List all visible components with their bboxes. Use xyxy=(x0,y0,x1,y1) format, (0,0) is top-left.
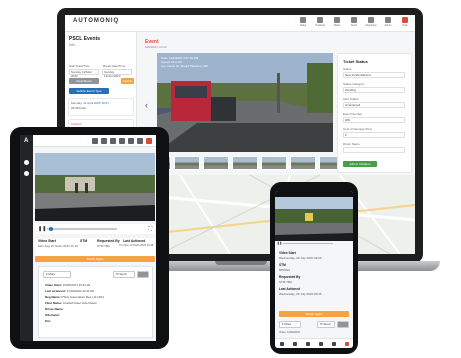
pause-icon[interactable]: ❚❚ xyxy=(38,226,46,232)
toolbar-icons xyxy=(92,138,152,144)
settings-icon[interactable] xyxy=(24,171,29,176)
vehicle-event-filter-button[interactable]: Vehicle Event Type xyxy=(69,88,109,94)
event-list-item[interactable]: Monday, 14 April 2025 18:47 23:49 km/h xyxy=(68,98,134,116)
video-thumbnail[interactable] xyxy=(203,156,229,170)
send-button[interactable]: ✉ Send xyxy=(113,271,135,278)
footer-text: Video: 12/06/2020 xyxy=(279,331,301,334)
ticket-status-panel: Ticket Status Status New Incident/Event … xyxy=(337,53,412,173)
alert-status-select[interactable]: Unactioned xyxy=(343,102,405,108)
more-button[interactable]: ▾ More xyxy=(43,271,71,278)
detail-row-fleet-name: Fleet Name: Chettah Fleet Vide Fleets xyxy=(45,301,97,305)
laptop-notch xyxy=(215,261,267,265)
tracking-icon[interactable] xyxy=(101,138,107,144)
detail-row-driver-name: Driver Name: xyxy=(45,307,64,311)
video-scrubber[interactable] xyxy=(49,227,53,231)
detail-row-video-start: Video Start: 16/05/2024 13:31:29 xyxy=(45,283,91,287)
tablet-video-player[interactable] xyxy=(35,153,155,221)
previous-arrow-icon[interactable]: ‹ xyxy=(145,100,148,110)
watch-again-button[interactable]: Watch Again xyxy=(279,311,349,317)
menu-icon[interactable] xyxy=(24,160,29,165)
phone-video-player[interactable] xyxy=(275,197,353,241)
dashcam-video-player[interactable]: Date: 11/2/2020 4:37:39 PM Speed: 21 km/… xyxy=(157,53,333,152)
video-progress-bar[interactable] xyxy=(283,243,333,244)
fullscreen-icon[interactable]: ⛶ xyxy=(148,226,152,232)
map-icon xyxy=(334,17,340,23)
tracking-icon[interactable] xyxy=(292,341,297,346)
send-button[interactable]: ✉ Send xyxy=(317,321,335,328)
detail-row-odometer: Odometer: xyxy=(45,313,61,317)
video-icon[interactable] xyxy=(92,138,98,144)
nav-item-alerts[interactable]: Alerts xyxy=(348,17,360,30)
nav-item-admin[interactable]: Admin xyxy=(382,17,394,30)
end-date-input[interactable]: Sunday 13/Jun/2022 xyxy=(102,69,132,78)
alert-icon[interactable] xyxy=(146,138,152,144)
video-icon[interactable] xyxy=(279,341,284,346)
admin-icon xyxy=(385,17,391,23)
start-date-input[interactable]: Sunday 12/Mar/ 2022 xyxy=(69,69,99,78)
nav-item-reporting[interactable]: Reporting xyxy=(365,17,377,30)
expand-button[interactable] xyxy=(137,271,149,278)
phone-screen: ❚❚ Video Start Wednesday, 29 July 2020 0… xyxy=(275,191,353,348)
nav-item-tracking[interactable]: Tracking xyxy=(314,17,326,30)
panel-title: Ticket Status xyxy=(343,59,368,64)
nav-item-maps[interactable]: Maps xyxy=(331,17,343,30)
driver-name-input[interactable] xyxy=(343,147,405,153)
pause-icon[interactable]: ❚❚ xyxy=(277,241,282,245)
dashcam-frame xyxy=(275,197,353,241)
map-icon[interactable] xyxy=(318,341,323,346)
video-icon xyxy=(300,17,306,23)
video-thumbnail[interactable] xyxy=(232,156,258,170)
tracking-icon xyxy=(317,17,323,23)
event-subtitle: MAN0017 04:42 xyxy=(145,45,167,49)
video-thumbnail[interactable] xyxy=(261,156,287,170)
alert-icon[interactable] xyxy=(344,341,349,346)
phone-video-controls: ❚❚ xyxy=(277,241,351,246)
sidebar-subtitle: Info xyxy=(69,43,75,47)
clear-button[interactable]: Clear/Reset xyxy=(69,78,99,84)
phone-tab-bar xyxy=(275,338,353,348)
app-logo: AUTOMONIQ xyxy=(73,18,120,24)
video-thumbnail-strip xyxy=(145,156,345,170)
help-icon xyxy=(402,17,408,23)
top-navigation-bar: AUTOMONIQ Video Tracking Maps Alerts Rep… xyxy=(65,15,415,32)
tablet-side-nav: A xyxy=(20,135,33,341)
status-select[interactable]: New Incident/Event xyxy=(343,72,405,78)
add-to-violation-button[interactable]: Add to Violation xyxy=(343,161,377,167)
dashcam-frame xyxy=(35,153,155,221)
map-icon[interactable] xyxy=(119,138,125,144)
search-button[interactable]: Search xyxy=(121,78,134,84)
detail-row-last-actioned: Last Actioned: 17/04/2024 20:11:08 xyxy=(45,289,94,293)
video-progress-bar[interactable] xyxy=(47,228,117,230)
report-icon xyxy=(368,17,374,23)
nav-icons: Video Tracking Maps Alerts Reporting Adm… xyxy=(297,17,411,30)
video-thumbnail[interactable] xyxy=(290,156,316,170)
video-thumbnail[interactable] xyxy=(174,156,200,170)
gear-icon[interactable] xyxy=(128,138,134,144)
nav-item-video[interactable]: Video xyxy=(297,17,309,30)
gear-icon[interactable] xyxy=(331,341,336,346)
camera-icon[interactable] xyxy=(305,341,310,346)
nav-item-help[interactable]: Help xyxy=(399,17,411,30)
alert-icon xyxy=(351,17,357,23)
tablet-screen: A ❚❚ ⛶ Video Start Mon Aug 15 North 2023… xyxy=(20,135,156,341)
status-category-select[interactable]: Pending xyxy=(343,87,405,93)
expand-button[interactable] xyxy=(337,321,349,328)
detail-row-reg-name: Reg Name: PSCL Automation Res Ltd 1234 xyxy=(45,295,104,299)
cost-input[interactable]: 0 xyxy=(343,132,405,138)
video-overlay-text: Date: 11/2/2020 4:37:39 PM Speed: 21 km/… xyxy=(161,56,208,68)
bell-icon[interactable] xyxy=(137,138,143,144)
event-number-input[interactable]: 000 xyxy=(343,117,405,123)
video-controls: ❚❚ ⛶ xyxy=(35,224,155,234)
event-detail-card: ▾ More ✉ Send Video Start: 16/05/2024 13… xyxy=(38,266,153,338)
tablet-toolbar xyxy=(33,135,156,147)
camera-icon[interactable] xyxy=(110,138,116,144)
logo-icon: A xyxy=(24,138,29,144)
sidebar-title: PSCL Events xyxy=(69,36,101,42)
video-info: Video Start Mon Aug 15 North 2023 11:43 … xyxy=(35,238,155,258)
start-date-label: Start Date/Time xyxy=(69,64,90,68)
end-date-label: Break Date/Time xyxy=(103,64,126,68)
watch-again-button[interactable]: Watch Again xyxy=(35,256,155,262)
more-button[interactable]: ▾ More xyxy=(279,321,301,328)
detail-row-km: Km: xyxy=(45,319,51,323)
